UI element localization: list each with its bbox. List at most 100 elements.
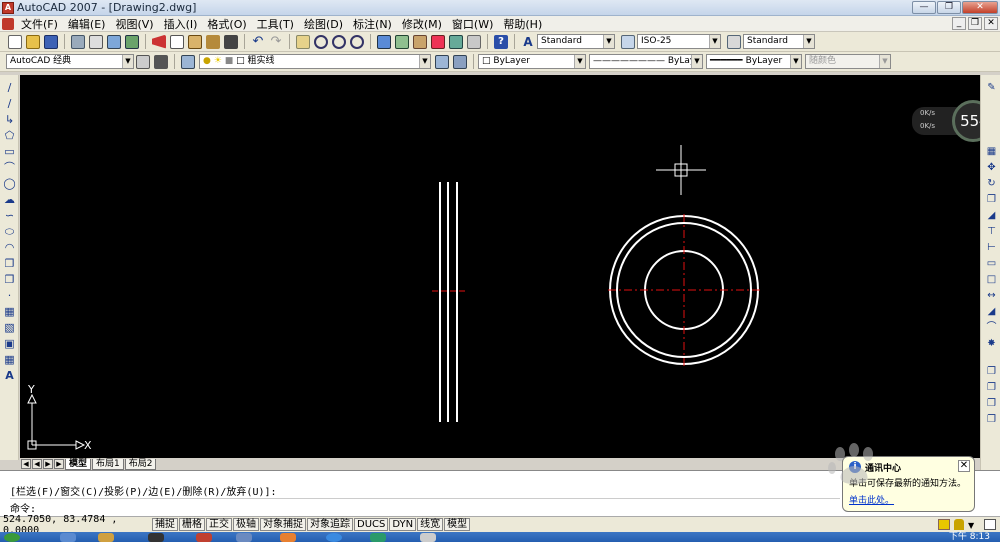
publish-icon[interactable] — [107, 34, 121, 49]
color-select[interactable]: □ ByLayer ▼ — [478, 54, 586, 69]
break-at-point-icon[interactable]: ↔ — [985, 289, 998, 302]
undo-icon[interactable]: ↶ — [251, 34, 265, 49]
layer-select[interactable]: ● ☀ ■ □ 粗实线 ▼ — [199, 54, 431, 69]
bring-front-icon[interactable]: ❐ — [985, 381, 998, 394]
menu-help[interactable]: 帮助(H) — [498, 16, 547, 32]
hatch-icon[interactable]: ▦ — [3, 305, 16, 318]
menu-view[interactable]: 视图(V) — [110, 16, 158, 32]
block-editor-icon[interactable] — [224, 34, 238, 49]
copy-icon[interactable] — [170, 34, 184, 49]
tab-last-icon[interactable]: ▶ — [54, 459, 64, 469]
menu-insert[interactable]: 插入(I) — [159, 16, 203, 32]
tab-first-icon[interactable]: ◀ — [21, 459, 31, 469]
markup-icon[interactable] — [449, 34, 463, 49]
join-icon[interactable]: □ — [985, 273, 998, 286]
workspace-settings-icon[interactable] — [136, 54, 150, 69]
explode-icon[interactable]: ✸ — [985, 337, 998, 350]
balloon-close-button[interactable]: ✕ — [958, 460, 970, 472]
send-back-icon[interactable]: ❐ — [985, 397, 998, 410]
doc-minimize-button[interactable]: _ — [952, 17, 966, 30]
break-icon[interactable]: ▭ — [985, 257, 998, 270]
spline-icon[interactable]: ∽ — [3, 209, 16, 222]
open-file-icon[interactable] — [26, 34, 40, 49]
properties-icon[interactable] — [377, 34, 391, 49]
cut-icon[interactable] — [152, 34, 166, 49]
calculator-icon[interactable] — [467, 34, 481, 49]
tab-prev-icon[interactable]: ◀ — [32, 459, 42, 469]
zoom-previous-icon[interactable] — [350, 34, 364, 49]
document-icon[interactable] — [2, 17, 14, 30]
tool-palettes-icon[interactable] — [413, 34, 427, 49]
drawing-svg[interactable] — [20, 75, 980, 460]
menu-modify[interactable]: 修改(M) — [397, 16, 447, 32]
sheet-set-icon[interactable] — [431, 34, 445, 49]
trim-icon[interactable]: ⊤ — [985, 225, 998, 238]
start-button-icon[interactable] — [4, 533, 20, 542]
tab-layout1[interactable]: 布局1 — [92, 458, 124, 470]
insert-block-icon[interactable]: ❐ — [3, 257, 16, 270]
rectangle-icon[interactable]: ▭ — [3, 145, 16, 158]
status-menu-arrow-icon[interactable]: ▼ — [968, 521, 974, 530]
table-style-icon[interactable] — [727, 34, 741, 49]
close-button[interactable]: ✕ — [962, 1, 998, 14]
taskbar-clock[interactable]: 下午 8:13 — [949, 532, 990, 542]
region-icon[interactable]: ▣ — [3, 337, 16, 350]
array-icon[interactable]: ▦ — [985, 145, 998, 158]
taskbar-app-icon[interactable] — [196, 533, 212, 542]
zoom-window-icon[interactable] — [332, 34, 346, 49]
linetype-select[interactable]: ———————— ByLayer ▼ — [589, 54, 703, 69]
tab-layout2[interactable]: 布局2 — [124, 458, 157, 470]
point-icon[interactable]: · — [3, 289, 16, 302]
tab-model[interactable]: 模型 — [65, 458, 92, 470]
gradient-icon[interactable]: ▧ — [3, 321, 16, 334]
chamfer-icon[interactable]: ◢ — [985, 305, 998, 318]
table-icon[interactable]: ▦ — [3, 353, 16, 366]
taskbar-app-icon[interactable] — [60, 533, 76, 542]
paste-icon[interactable] — [188, 34, 202, 49]
new-file-icon[interactable] — [8, 34, 22, 49]
polyline-icon[interactable]: ↳ — [3, 113, 16, 126]
erase-icon[interactable]: ✎ — [985, 81, 998, 94]
draw-order-icon[interactable]: ❐ — [985, 365, 998, 378]
layer-manager-icon[interactable] — [181, 54, 195, 69]
polar-toggle[interactable]: 极轴 — [233, 518, 259, 531]
restore-button[interactable]: ❐ — [937, 1, 961, 14]
text-style-icon[interactable]: A — [521, 35, 535, 49]
ellipse-arc-icon[interactable]: ◠ — [3, 241, 16, 254]
menu-file[interactable]: 文件(F) — [16, 16, 63, 32]
rotate-icon[interactable]: ↻ — [985, 177, 998, 190]
lineweight-toggle[interactable]: 线宽 — [417, 518, 444, 531]
minimize-button[interactable]: — — [912, 1, 936, 14]
snap-toggle[interactable]: 捕捉 — [152, 518, 178, 531]
menu-dimension[interactable]: 标注(N) — [348, 16, 397, 32]
3d-dwf-icon[interactable] — [125, 34, 139, 49]
circle-icon[interactable]: ◯ — [3, 177, 16, 190]
print-preview-icon[interactable] — [89, 34, 103, 49]
pan-icon[interactable] — [296, 34, 310, 49]
zoom-realtime-icon[interactable] — [314, 34, 328, 49]
menu-window[interactable]: 窗口(W) — [447, 16, 498, 32]
fillet-icon[interactable]: ⌒ — [985, 321, 998, 334]
autocad-app-icon[interactable]: A — [2, 1, 14, 14]
grid-toggle[interactable]: 栅格 — [179, 518, 205, 531]
lock-toolbar-icon[interactable] — [954, 519, 964, 530]
model-toggle[interactable]: 模型 — [444, 518, 471, 531]
print-icon[interactable] — [71, 34, 85, 49]
text-style-select[interactable]: Standard ▼ — [537, 34, 615, 49]
layer-previous-icon[interactable] — [453, 54, 467, 69]
taskbar-app-icon[interactable] — [280, 533, 296, 542]
move-icon[interactable]: ✥ — [985, 161, 998, 174]
taskbar-app-icon[interactable] — [370, 533, 386, 542]
doc-close-button[interactable]: ✕ — [984, 17, 998, 30]
menu-tools[interactable]: 工具(T) — [252, 16, 299, 32]
construction-line-icon[interactable]: ∕ — [3, 97, 16, 110]
warning-icon[interactable] — [938, 519, 950, 530]
menu-format[interactable]: 格式(O) — [202, 16, 251, 32]
menu-draw[interactable]: 绘图(D) — [299, 16, 348, 32]
make-current-layer-icon[interactable] — [435, 54, 449, 69]
taskbar-app-icon[interactable] — [148, 533, 164, 542]
taskbar-app-icon[interactable] — [236, 533, 252, 542]
save-workspace-icon[interactable] — [154, 54, 168, 69]
stretch-icon[interactable]: ◢ — [985, 209, 998, 222]
table-style-select[interactable]: Standard ▼ — [743, 34, 815, 49]
